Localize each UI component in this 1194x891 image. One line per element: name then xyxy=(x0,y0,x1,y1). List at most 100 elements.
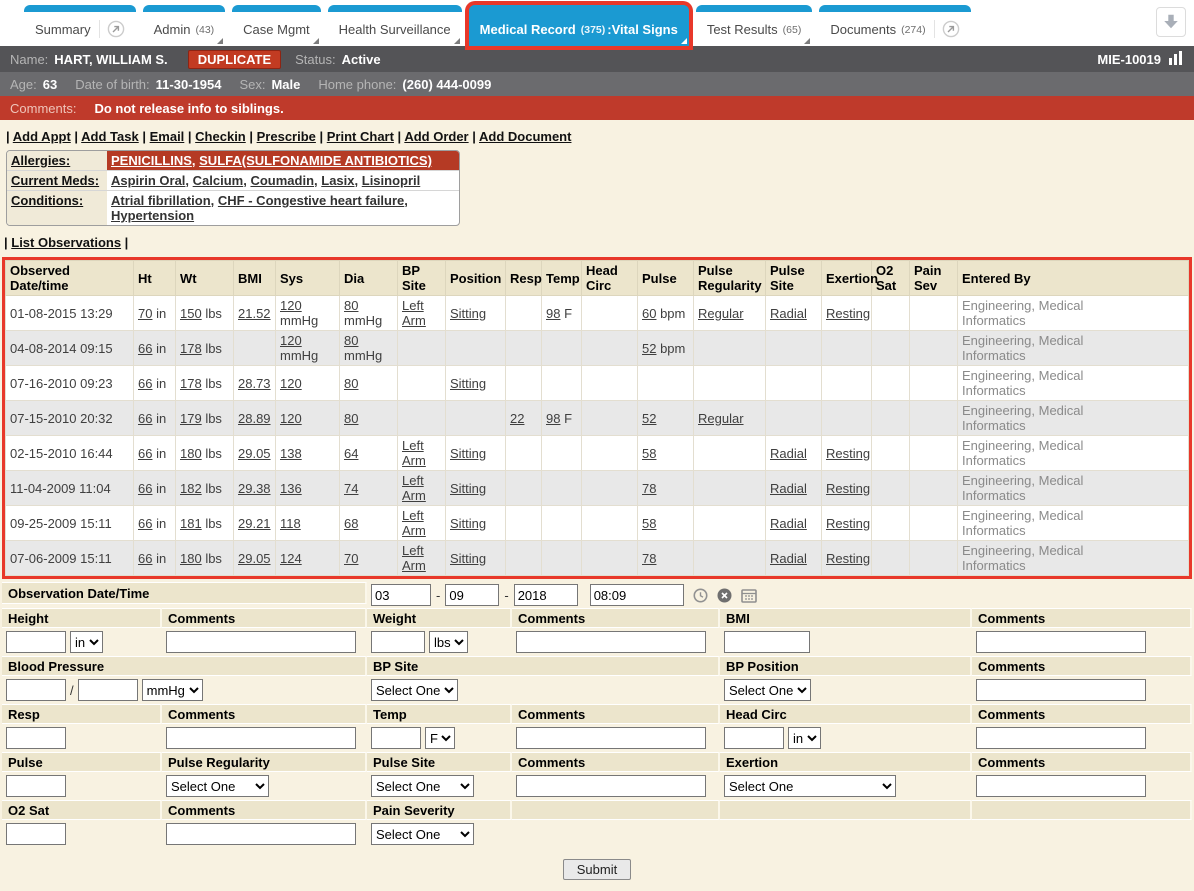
obs-month-input[interactable] xyxy=(371,584,431,606)
obs-year-input[interactable] xyxy=(514,584,578,606)
head-circ-unit-select[interactable]: in xyxy=(788,727,821,749)
exertion-select[interactable]: Select One xyxy=(724,775,896,797)
value-link[interactable]: 66 xyxy=(138,516,152,531)
value-link[interactable]: 58 xyxy=(642,446,656,461)
value-link[interactable]: Sitting xyxy=(450,446,486,461)
value-link[interactable]: Resting xyxy=(826,551,870,566)
value-link[interactable]: 66 xyxy=(138,551,152,566)
value-link[interactable]: 80 xyxy=(344,298,358,313)
tab-admin[interactable]: Admin(43) xyxy=(143,5,226,46)
head-circ-comments-input[interactable] xyxy=(976,727,1146,749)
value-link[interactable]: 98 xyxy=(546,411,560,426)
value-link[interactable]: 124 xyxy=(280,551,302,566)
conditions-item[interactable]: Hypertension xyxy=(111,208,194,223)
bp-unit-select[interactable]: mmHg xyxy=(142,679,203,701)
value-link[interactable]: Left Arm xyxy=(402,543,426,573)
value-link[interactable]: Resting xyxy=(826,516,870,531)
value-link[interactable]: 68 xyxy=(344,516,358,531)
value-link[interactable]: Left Arm xyxy=(402,508,426,538)
value-link[interactable]: 66 xyxy=(138,376,152,391)
tab-medical-record[interactable]: Medical Record(375):Vital Signs xyxy=(469,5,689,46)
action-link-print-chart[interactable]: Print Chart xyxy=(327,129,394,144)
o2-sat-input[interactable] xyxy=(6,823,66,845)
meds-item[interactable]: Lisinopril xyxy=(362,173,421,188)
weight-input[interactable] xyxy=(371,631,425,653)
value-link[interactable]: 28.73 xyxy=(238,376,271,391)
value-link[interactable]: Sitting xyxy=(450,376,486,391)
bp-site-select[interactable]: Select One xyxy=(371,679,458,701)
value-link[interactable]: 182 xyxy=(180,481,202,496)
value-link[interactable]: 74 xyxy=(344,481,358,496)
summary-label-conditions[interactable]: Conditions: xyxy=(7,191,107,225)
obs-day-input[interactable] xyxy=(445,584,499,606)
value-link[interactable]: Resting xyxy=(826,446,870,461)
summary-label-allergies[interactable]: Allergies: xyxy=(7,151,107,170)
action-link-add-task[interactable]: Add Task xyxy=(81,129,139,144)
value-link[interactable]: 70 xyxy=(138,306,152,321)
action-link-add-order[interactable]: Add Order xyxy=(404,129,468,144)
weight-unit-select[interactable]: lbs xyxy=(429,631,468,653)
height-comments-input[interactable] xyxy=(166,631,356,653)
clock-icon[interactable] xyxy=(693,588,708,603)
value-link[interactable]: 29.05 xyxy=(238,551,271,566)
value-link[interactable]: Sitting xyxy=(450,481,486,496)
conditions-item[interactable]: Atrial fibrillation xyxy=(111,193,211,208)
value-link[interactable]: 52 xyxy=(642,411,656,426)
o2-sat-comments-input[interactable] xyxy=(166,823,356,845)
value-link[interactable]: 29.05 xyxy=(238,446,271,461)
pain-severity-select[interactable]: Select One xyxy=(371,823,474,845)
value-link[interactable]: Left Arm xyxy=(402,298,426,328)
value-link[interactable]: 58 xyxy=(642,516,656,531)
value-link[interactable]: 180 xyxy=(180,551,202,566)
value-link[interactable]: 178 xyxy=(180,341,202,356)
action-link-prescribe[interactable]: Prescribe xyxy=(257,129,316,144)
value-link[interactable]: 120 xyxy=(280,333,302,348)
pulse-input[interactable] xyxy=(6,775,66,797)
value-link[interactable]: Sitting xyxy=(450,516,486,531)
value-link[interactable]: 138 xyxy=(280,446,302,461)
value-link[interactable]: Radial xyxy=(770,551,807,566)
summary-label-meds[interactable]: Current Meds: xyxy=(7,171,107,190)
value-link[interactable]: 78 xyxy=(642,481,656,496)
value-link[interactable]: 179 xyxy=(180,411,202,426)
value-link[interactable]: 78 xyxy=(642,551,656,566)
value-link[interactable]: Left Arm xyxy=(402,438,426,468)
chart-icon[interactable] xyxy=(1168,51,1184,68)
value-link[interactable]: 120 xyxy=(280,411,302,426)
value-link[interactable]: 118 xyxy=(280,516,301,531)
action-link-add-document[interactable]: Add Document xyxy=(479,129,571,144)
value-link[interactable]: 66 xyxy=(138,481,152,496)
calendar-icon[interactable] xyxy=(741,588,757,603)
temp-unit-select[interactable]: F xyxy=(425,727,455,749)
duplicate-badge[interactable]: DUPLICATE xyxy=(188,50,281,69)
value-link[interactable]: 60 xyxy=(642,306,656,321)
value-link[interactable]: 29.38 xyxy=(238,481,271,496)
bp-systolic-input[interactable] xyxy=(6,679,66,701)
value-link[interactable]: 66 xyxy=(138,341,152,356)
obs-time-input[interactable] xyxy=(590,584,684,606)
temp-input[interactable] xyxy=(371,727,421,749)
conditions-item[interactable]: CHF - Congestive heart failure xyxy=(218,193,404,208)
weight-comments-input[interactable] xyxy=(516,631,706,653)
bp-position-select[interactable]: Select One xyxy=(724,679,811,701)
value-link[interactable]: 28.89 xyxy=(238,411,271,426)
height-unit-select[interactable]: in xyxy=(70,631,103,653)
value-link[interactable]: Radial xyxy=(770,481,807,496)
action-link-add-appt[interactable]: Add Appt xyxy=(13,129,71,144)
value-link[interactable]: Sitting xyxy=(450,551,486,566)
value-link[interactable]: 120 xyxy=(280,376,302,391)
value-link[interactable]: 80 xyxy=(344,333,358,348)
value-link[interactable]: 21.52 xyxy=(238,306,271,321)
bp-diastolic-input[interactable] xyxy=(78,679,138,701)
value-link[interactable]: 66 xyxy=(138,446,152,461)
tab-health-surveillance[interactable]: Health Surveillance xyxy=(328,5,462,46)
action-link-email[interactable]: Email xyxy=(150,129,185,144)
tab-case-mgmt[interactable]: Case Mgmt xyxy=(232,5,320,46)
bp-comments-input[interactable] xyxy=(976,679,1146,701)
value-link[interactable]: Radial xyxy=(770,306,807,321)
value-link[interactable]: 180 xyxy=(180,446,202,461)
value-link[interactable]: Radial xyxy=(770,516,807,531)
value-link[interactable]: 52 xyxy=(642,341,656,356)
value-link[interactable]: 98 xyxy=(546,306,560,321)
bmi-input[interactable] xyxy=(724,631,810,653)
